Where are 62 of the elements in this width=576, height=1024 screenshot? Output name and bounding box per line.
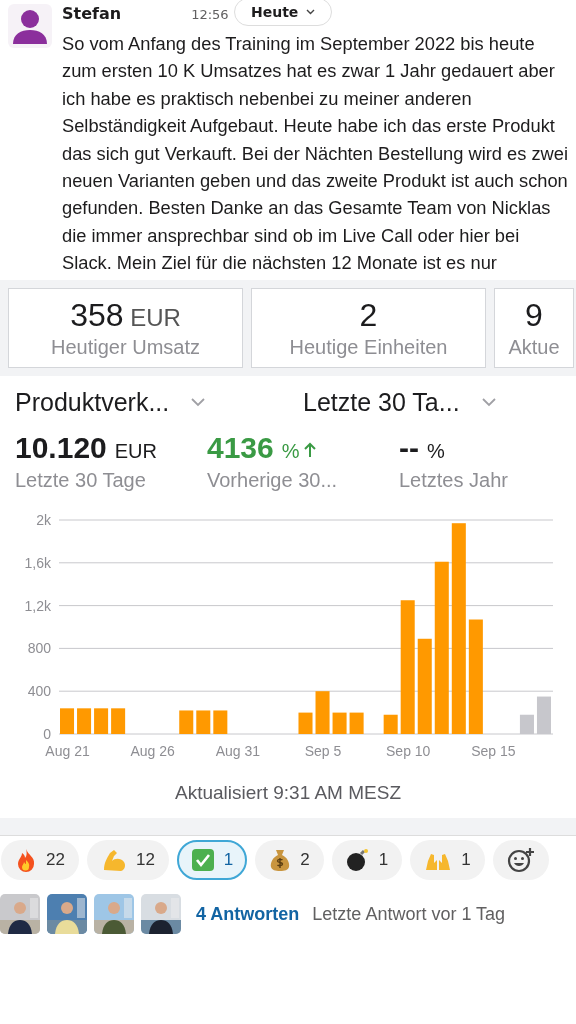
author-name: Stefan xyxy=(62,4,122,23)
stat-value: 358 EUR xyxy=(70,297,181,334)
y-tick-label: 2k xyxy=(36,512,51,528)
y-tick-label: 0 xyxy=(43,726,51,742)
bar xyxy=(298,712,313,734)
fire-icon xyxy=(15,848,37,872)
metric-value: 4136 % xyxy=(207,431,399,465)
stat-label: Heutiger Umsatz xyxy=(51,336,200,359)
check-icon xyxy=(190,848,215,872)
message-time: 12:56 xyxy=(191,7,229,22)
metric-value: 10.120 EUR xyxy=(15,431,158,465)
reaction-button[interactable]: 1 xyxy=(331,840,403,880)
bar xyxy=(349,712,364,734)
y-tick-label: 400 xyxy=(27,683,51,700)
x-tick-label: Sep 10 xyxy=(386,743,431,759)
y-tick-label: 800 xyxy=(27,640,51,657)
metric-label: Letzte 30 Tage xyxy=(15,469,147,492)
y-tick-label: 1,6k xyxy=(24,554,51,571)
add-reaction-button[interactable] xyxy=(492,840,549,880)
stat-value: 2 xyxy=(359,297,378,334)
x-tick-label: Aug 31 xyxy=(215,743,261,759)
metric-value: -- % xyxy=(399,431,446,465)
bar xyxy=(60,708,75,734)
reaction-button[interactable]: 22 xyxy=(1,840,79,880)
bomb-icon xyxy=(345,848,370,872)
stat-value: 9 xyxy=(525,297,543,334)
bar xyxy=(315,691,330,734)
date-pill[interactable]: Heute xyxy=(234,0,333,26)
add-reaction-icon xyxy=(506,847,535,873)
bar xyxy=(213,710,228,734)
arrow-up-icon xyxy=(303,442,316,458)
reaction-button[interactable]: 12 xyxy=(86,840,169,880)
metric-label: Letztes Jahr xyxy=(399,469,509,492)
chevron-icon xyxy=(481,398,496,407)
updated-text: Aktualisiert 9:31 AM MESZ xyxy=(174,782,402,804)
bar xyxy=(77,708,92,734)
avatar-icon xyxy=(8,4,52,48)
chevron-icon xyxy=(306,9,316,15)
reaction-button[interactable]: 1 xyxy=(410,840,485,880)
x-tick-label: Aug 21 xyxy=(45,743,90,759)
stat-label: Aktue xyxy=(508,336,560,359)
money-bag-icon xyxy=(269,848,292,872)
bar xyxy=(179,710,194,734)
dropdown[interactable]: Produktverk... xyxy=(15,388,303,417)
message-text: So vom Anfang des Training im September 2022 bis heute zum ersten 10 K Umsatzes hat es zwar 1 Jahr gedauert aber ich habe es praktisch nebenbei zu meiner anderen Selbständigkeit Aufgebaut. Heute habe ich das erste Produkt das sich gut Verkauft. Bei der Nächten Bestellung wird es zwei neuen Varianten geben und das zweite Produkt ist auch schon gefunden. Besten Danke an das Gesamte Team von Nicklas die immer ansprechbar sind ob im Live Call oder hier bei Slack. Mein Ziel für die nächsten 12 Monate ist es nur xyxy=(62,32,570,276)
metric-label: Vorherige 30... xyxy=(207,469,339,492)
bar xyxy=(111,708,126,734)
bar xyxy=(196,710,211,734)
x-tick-label: Sep 15 xyxy=(471,743,516,759)
reaction-button[interactable]: 1 xyxy=(176,840,248,880)
bar xyxy=(383,714,398,734)
last-reply-text: Letzte Antwort vor 1 Tag xyxy=(312,903,506,925)
x-tick-label: Aug 26 xyxy=(130,743,175,759)
dropdown[interactable]: Letzte 30 Ta... xyxy=(303,388,561,417)
stat-label: Heutige Einheiten xyxy=(289,336,448,359)
replies-link[interactable]: 4 Antworten xyxy=(196,903,300,925)
bar xyxy=(94,708,109,734)
chevron-icon xyxy=(191,398,206,407)
x-tick-label: Sep 5 xyxy=(304,743,342,759)
bar xyxy=(332,712,347,734)
y-tick-label: 1,2k xyxy=(24,597,51,614)
reaction-button[interactable]: 2 xyxy=(255,840,324,880)
